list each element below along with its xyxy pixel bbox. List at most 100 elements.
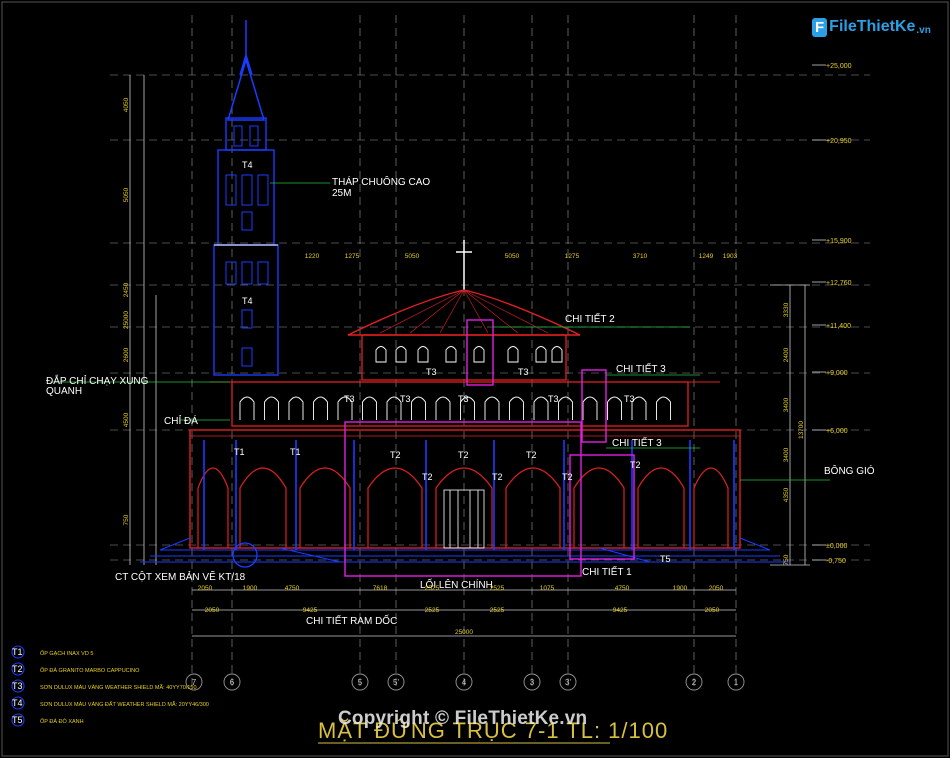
chi-da-label: CHỈ ĐÁ	[164, 414, 198, 427]
bottom-dim-label: 7618	[373, 585, 388, 592]
tag-t2-g: T2	[630, 460, 641, 470]
gallery-arch	[288, 396, 304, 420]
main-arch	[299, 467, 351, 548]
bong-gio-label: BÔNG GIÓ	[824, 464, 875, 477]
elevation-label: ±0,000	[826, 543, 847, 550]
elevation-label: +25,000	[826, 63, 852, 70]
upper-gallery	[231, 381, 689, 427]
legend-tag: T1	[12, 647, 23, 657]
top-dim-label: 3710	[633, 253, 648, 260]
tag-t5: T5	[660, 554, 671, 564]
gallery-arch	[533, 396, 549, 420]
axis-label: 4	[462, 678, 467, 687]
left-dim-label: 4050	[123, 97, 130, 112]
ct-cot-label: CT CỘT XEM BẢN VẼ KT/18	[115, 570, 246, 583]
gallery-arch	[264, 396, 279, 420]
left-dim-label: 25000	[123, 311, 130, 329]
church-elevation	[140, 20, 790, 568]
axis-label: 5	[358, 678, 363, 687]
tag-t4-upper: T4	[242, 160, 253, 170]
ram-doc-label: CHI TIẾT RAM DỐC	[306, 613, 397, 627]
main-arch	[693, 467, 729, 548]
bottom-dim-label: 4750	[615, 585, 630, 592]
left-dim-label: 4500	[123, 412, 130, 427]
bottom-dim-label: 1900	[673, 585, 688, 592]
tag-t3-drum-right: T3	[518, 367, 529, 377]
elevation-label: +15,900	[826, 238, 852, 245]
bottom-dim-label: 2525	[425, 585, 440, 592]
logo-suffix: .vn	[916, 25, 931, 36]
gallery-arch	[239, 396, 255, 420]
material-legend: T1 ỐP GẠCH INAX VD 5 T2 ỐP ĐÁ GRANITO MARBO…	[11, 645, 209, 727]
legend-tag: T4	[12, 698, 23, 708]
gallery-arch	[435, 396, 451, 420]
axis-label: 5'	[393, 678, 399, 687]
right-dim-label: 3330	[783, 302, 790, 317]
tag-t3-g3: T3	[458, 394, 469, 404]
left-dim-label: 5050	[123, 187, 130, 202]
drum-window	[507, 346, 519, 363]
left-dim-label: 2600	[123, 347, 130, 362]
top-dim-label: 5050	[505, 253, 520, 260]
tower-height: 25M	[332, 188, 351, 199]
elevation-label: +20,950	[826, 138, 852, 145]
bottom-dim-label: 9425	[613, 607, 628, 614]
legend-tag: T3	[12, 681, 23, 691]
drum-window	[417, 346, 429, 363]
main-arch	[367, 467, 423, 548]
logo-mark: F	[812, 17, 828, 37]
legend-tag: T5	[12, 715, 23, 725]
drum-window	[445, 346, 457, 363]
detail-3b-label: CHI TIẾT 3	[612, 436, 662, 449]
detail-3a-box	[581, 369, 607, 443]
right-dim-label: 2400	[783, 347, 790, 362]
axis-label: 1	[734, 678, 739, 687]
tag-t4-lower: T4	[242, 296, 253, 306]
top-dim-label: 1275	[565, 253, 580, 260]
front-steps	[140, 537, 790, 563]
legend-text: SƠN DULUX MÀU VÀNG ĐẤT WEATHER SHIELD MÃ…	[40, 701, 209, 708]
column-detail-marker	[232, 542, 258, 568]
tag-t2-b: T2	[458, 450, 469, 460]
elevation-markers: +25,000 +20,950 +15,900 +12,760 +11,400 +9,00…	[812, 63, 852, 565]
left-dim-label: 750	[123, 514, 130, 525]
logo-text: FileThietKe	[829, 18, 916, 35]
site-logo: F FileThietKe .vn	[812, 12, 931, 42]
tag-t2-c: T2	[526, 450, 537, 460]
tag-t2-a: T2	[390, 450, 401, 460]
elevation-label: +6,000	[826, 428, 848, 435]
legend-tag: T2	[12, 664, 23, 674]
bottom-dim-label: 2050	[198, 585, 213, 592]
elevation-label: +12,760	[826, 280, 852, 287]
detail-boxes	[344, 319, 635, 577]
right-dim-label: 750	[783, 554, 790, 565]
tag-t3-g2: T3	[400, 394, 411, 404]
top-dim-label: 5050	[405, 253, 420, 260]
legend-text: ỐP GẠCH INAX VD 5	[40, 650, 93, 657]
left-dimension-chain	[129, 75, 157, 565]
bottom-dim-label: 2525	[425, 607, 440, 614]
tag-t3-drum-left: T3	[426, 367, 437, 377]
tag-t1-a: T1	[234, 447, 245, 457]
bottom-dim-label: 2050	[205, 607, 220, 614]
right-dim-label: 3400	[783, 447, 790, 462]
gallery-arch	[607, 396, 622, 420]
left-dim-label: 2450	[123, 282, 130, 297]
gallery-arch	[509, 396, 524, 420]
gallery-arch	[362, 396, 377, 420]
bottom-dim-label: 2525	[490, 607, 505, 614]
elevation-label: -0,750	[826, 558, 846, 565]
tag-t1-b: T1	[290, 447, 301, 457]
gallery-arch	[656, 396, 671, 420]
copyright-watermark: Copyright © FileThietKe.vn	[338, 708, 588, 729]
detail-3a-label: CHI TIẾT 3	[616, 362, 666, 375]
bottom-total-label: 25000	[455, 629, 473, 636]
top-dim-label: 1903	[723, 253, 738, 260]
main-arch	[197, 467, 229, 548]
top-dim-label: 1220	[305, 253, 320, 260]
detail-2-box	[466, 319, 494, 386]
bottom-dim-label: 2525	[490, 585, 505, 592]
drum-window	[535, 346, 547, 363]
tower-label: THÁP CHUÔNG CAO	[332, 175, 430, 188]
main-arch	[505, 467, 561, 548]
